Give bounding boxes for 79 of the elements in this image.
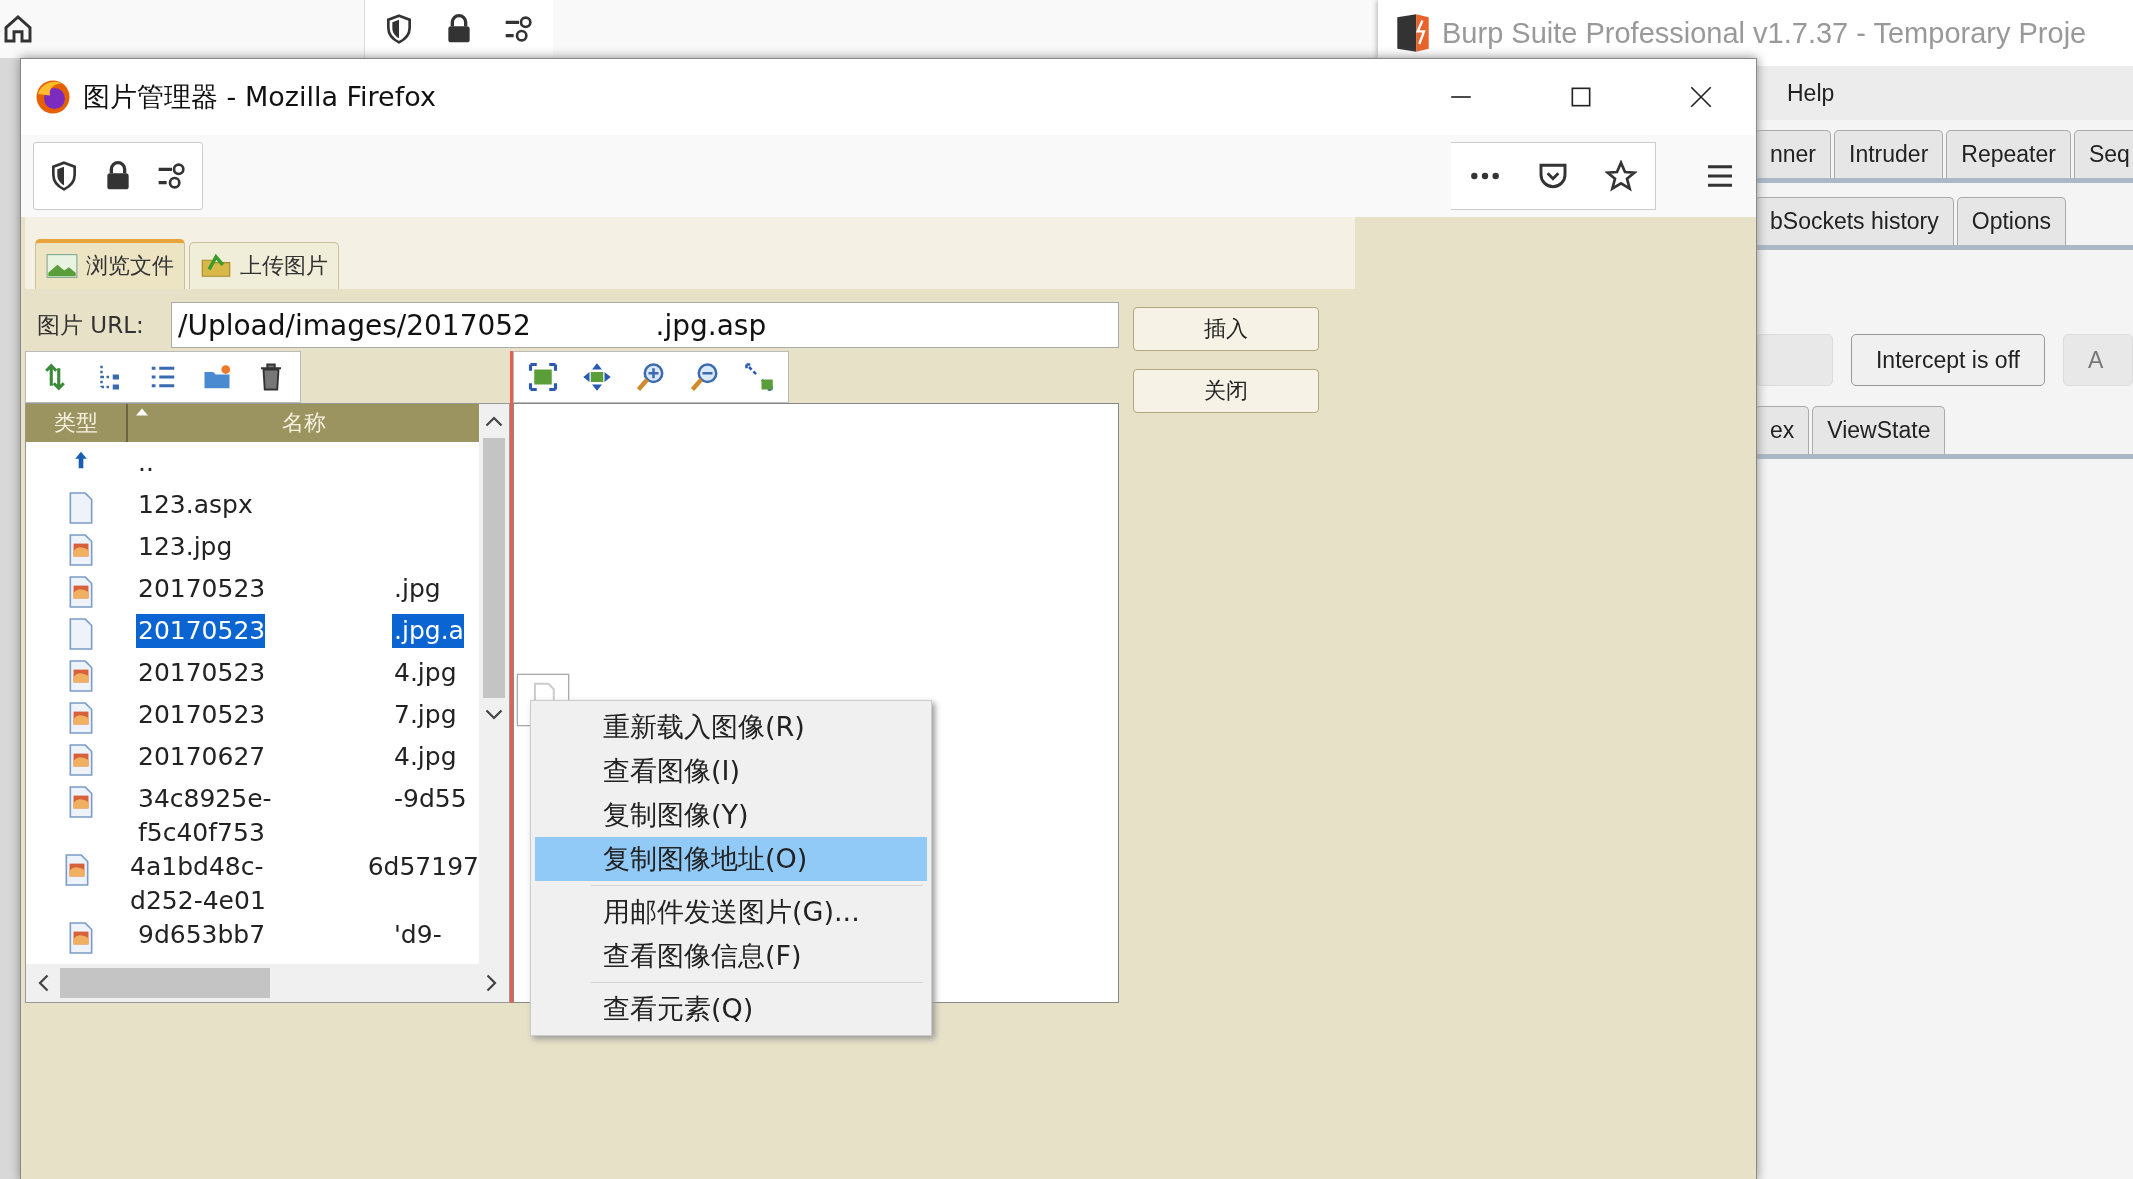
menu-item[interactable]: 查看图像(I) <box>535 749 927 793</box>
image-file-icon <box>68 660 94 692</box>
file-extension[interactable]: -9d55 <box>392 782 467 816</box>
message-tab[interactable]: ViewState <box>1812 406 1946 454</box>
folder-icon <box>200 253 232 279</box>
menu-item[interactable]: 查看元素(Q) <box>535 987 927 1031</box>
file-name[interactable]: d252-4e01 <box>128 884 266 918</box>
star-icon[interactable] <box>1605 160 1637 192</box>
dialog-button[interactable]: 关闭 <box>1133 369 1319 413</box>
move-image-icon[interactable] <box>582 362 612 392</box>
actual-size-icon[interactable] <box>744 362 774 392</box>
sub-tab[interactable]: bSockets history <box>1755 197 1954 245</box>
horizontal-scrollbar[interactable] <box>26 964 509 1002</box>
file-name[interactable]: 20170523 <box>136 656 266 690</box>
home-icon[interactable] <box>2 13 34 45</box>
zoom-out-icon[interactable] <box>690 362 720 392</box>
up-arrow-icon[interactable] <box>74 450 88 470</box>
file-extension[interactable]: 4.jpg <box>392 740 457 774</box>
scroll-right-icon[interactable] <box>485 974 499 992</box>
tool-tab[interactable]: Intruder <box>1834 130 1944 178</box>
url-field[interactable]: /Upload/images/2017052 .jpg.asp <box>171 302 1119 348</box>
image-file-icon <box>68 576 94 608</box>
sliders-icon[interactable] <box>156 160 188 192</box>
file-extension[interactable]: 7.jpg <box>392 698 457 732</box>
zoom-in-icon[interactable] <box>636 362 666 392</box>
menu-item[interactable]: 复制图像地址(O) <box>535 837 927 881</box>
scroll-up-icon[interactable] <box>485 414 503 428</box>
sub-tab[interactable]: Options <box>1956 197 2066 245</box>
window-title: 图片管理器 - Mozilla Firefox <box>83 80 436 114</box>
file-name[interactable]: .. <box>136 446 154 480</box>
image-file-icon <box>68 922 94 954</box>
message-tab[interactable]: ex <box>1755 406 1810 454</box>
tab[interactable]: 上传图片 <box>189 242 339 289</box>
sliders-icon[interactable] <box>503 13 535 45</box>
scroll-left-icon[interactable] <box>36 974 50 992</box>
file-name[interactable]: 20170523 <box>136 698 266 732</box>
file-name[interactable]: 20170523 <box>136 572 266 606</box>
image-file-icon <box>68 744 94 776</box>
app-logo-icon <box>1394 11 1432 55</box>
vertical-scrollbar[interactable] <box>479 404 509 964</box>
file-extension[interactable]: 4.jpg <box>392 656 457 690</box>
picture-icon <box>46 253 78 279</box>
tab[interactable]: 浏览文件 <box>35 239 185 289</box>
tool-tab[interactable]: nner <box>1755 130 1832 178</box>
dialog-button[interactable]: 插入 <box>1133 307 1319 351</box>
file-extension[interactable]: 'd9- <box>392 918 442 952</box>
file-name[interactable]: 9d653bb7 <box>136 918 266 952</box>
file-name[interactable]: 4a1bd48c- <box>128 850 264 884</box>
file-extension[interactable]: .jpg <box>392 572 441 606</box>
file-name[interactable]: 123.aspx <box>136 488 253 522</box>
scroll-down-icon[interactable] <box>485 708 503 722</box>
menu-item[interactable]: 查看图像信息(F) <box>535 934 927 978</box>
browser-logo-icon <box>35 79 71 115</box>
menu-item[interactable]: Help <box>1787 79 1835 107</box>
file-name[interactable]: 123.jpg <box>136 530 233 564</box>
file-name[interactable]: f5c40f753 <box>136 816 265 850</box>
menu-item[interactable]: 用邮件发送图片(G)... <box>535 890 927 934</box>
tool-tab[interactable]: Repeater <box>1946 130 2071 178</box>
file-name[interactable]: 20170523 <box>136 614 266 648</box>
tool-tab[interactable]: Seq <box>2073 130 2133 178</box>
file-icon <box>68 618 94 650</box>
file-icon <box>68 492 94 524</box>
file-extension[interactable]: .jpg.a <box>392 614 464 648</box>
file-extension[interactable]: 6d57197 <box>365 850 479 884</box>
fit-image-icon[interactable] <box>528 362 558 392</box>
field-label: 图片 URL: <box>36 310 145 340</box>
sort-arrow-icon <box>136 408 148 416</box>
image-file-icon <box>68 702 94 734</box>
intercept-button[interactable]: Intercept is off <box>1850 334 2045 386</box>
image-file-icon <box>68 786 94 818</box>
menu-item[interactable]: 复制图像(Y) <box>535 793 927 837</box>
menu-item[interactable]: 重新载入图像(R) <box>535 705 927 749</box>
image-file-icon <box>68 534 94 566</box>
close-icon[interactable] <box>1688 84 1714 110</box>
address-bar[interactable] <box>33 142 203 210</box>
file-name[interactable]: 34c8925e- <box>136 782 272 816</box>
file-name[interactable]: 20170627 <box>136 740 266 774</box>
window-title: Burp Suite Professional v1.7.37 - Temporary Proje <box>1442 16 2087 50</box>
image-file-icon <box>64 854 91 886</box>
